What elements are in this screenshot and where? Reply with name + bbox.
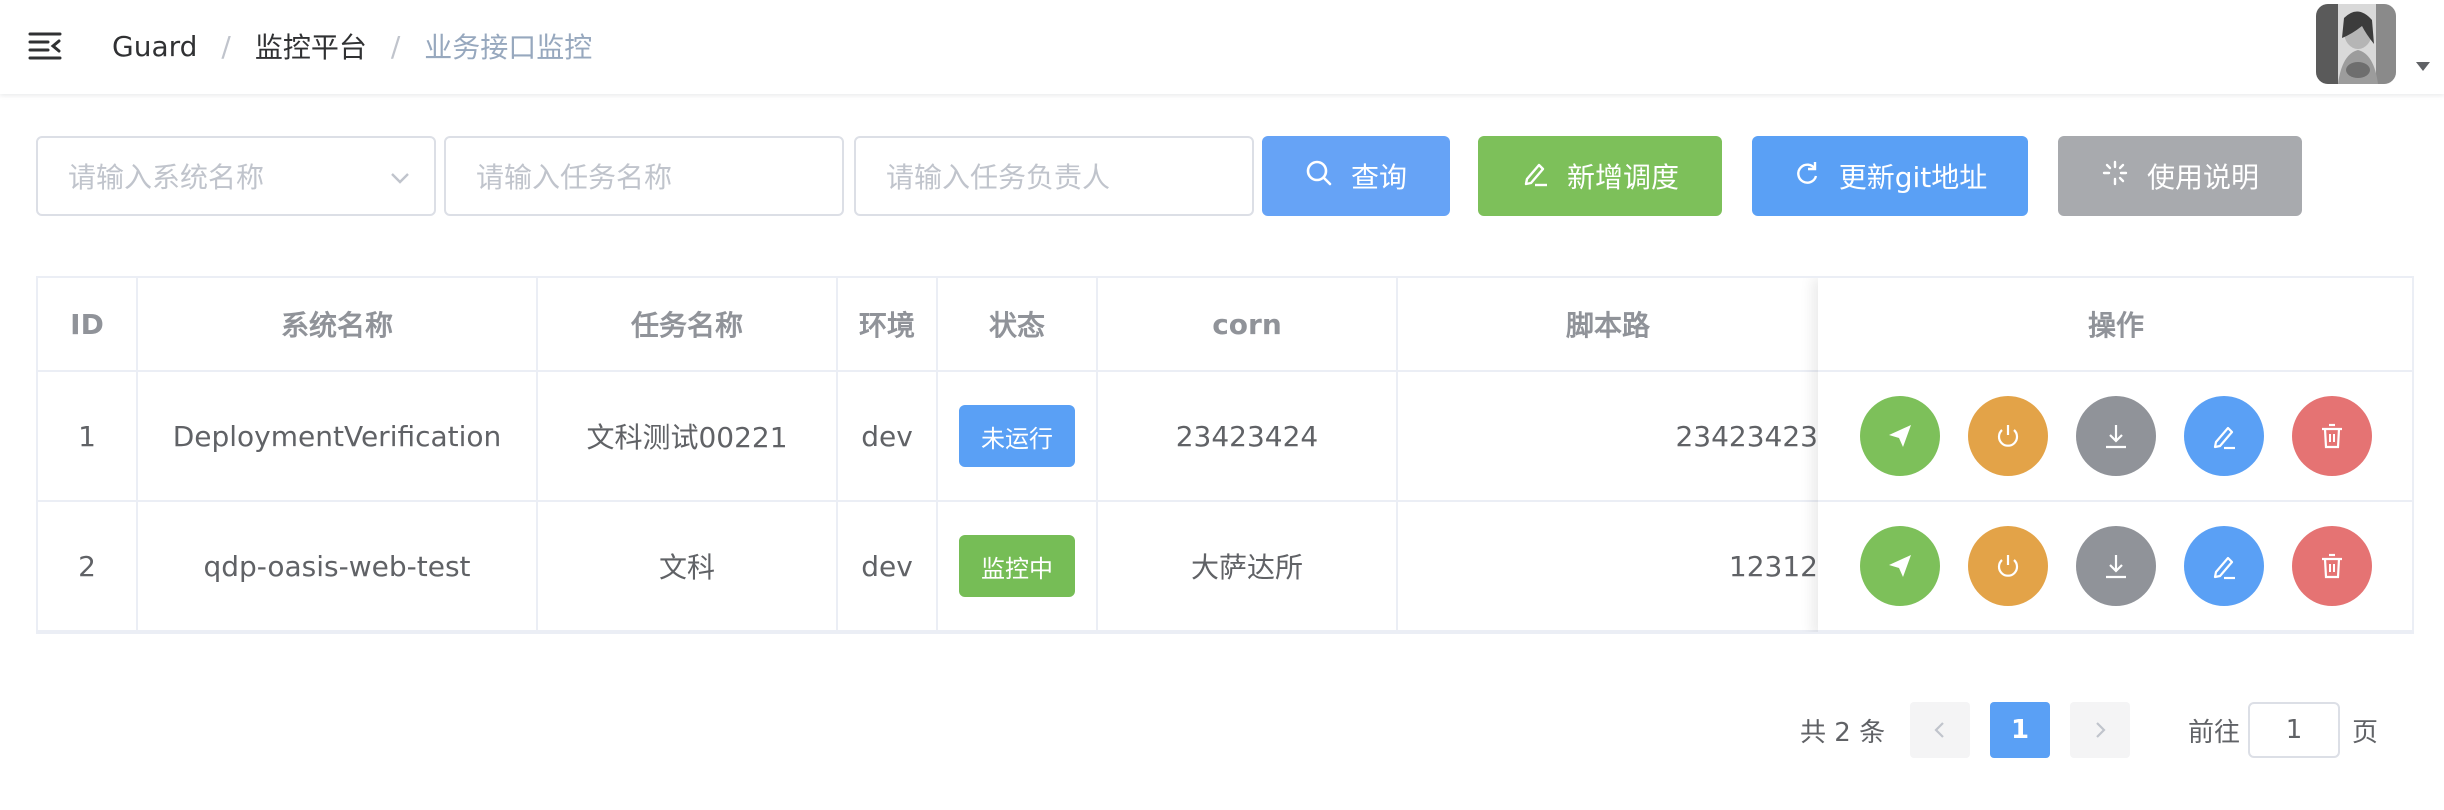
update-git-button[interactable]: 更新git地址 — [1752, 136, 2028, 216]
goto-page-input[interactable]: 1 — [2248, 702, 2340, 758]
caret-down-icon[interactable] — [2416, 62, 2430, 71]
task-table: ID 系统名称 任务名称 环境 状态 corn 脚本路 1 Deployment… — [36, 276, 2414, 634]
run-button[interactable] — [1860, 526, 1940, 606]
send-icon — [1889, 555, 1911, 577]
column-header-env: 环境 — [838, 278, 938, 372]
cell-script: 23423423 — [1398, 372, 1818, 502]
help-button[interactable]: 使用说明 — [2058, 136, 2302, 216]
cell-status: 未运行 — [938, 372, 1098, 502]
cell-task: 文科 — [538, 502, 838, 632]
run-button[interactable] — [1860, 396, 1940, 476]
cell-corn: 大萨达所 — [1098, 502, 1398, 632]
column-header-status: 状态 — [938, 278, 1098, 372]
download-button[interactable] — [2076, 396, 2156, 476]
user-menu[interactable] — [2316, 4, 2436, 88]
help-label: 使用说明 — [2146, 161, 2259, 194]
status-badge: 监控中 — [959, 535, 1075, 597]
task-owner-placeholder: 请输入任务负责人 — [886, 161, 1111, 194]
task-name-input[interactable]: 请输入任务名称 — [444, 136, 844, 216]
breadcrumb-item-guard[interactable]: Guard — [112, 30, 197, 63]
breadcrumb-item-current: 业务接口监控 — [424, 31, 593, 64]
status-badge: 未运行 — [959, 405, 1075, 467]
cell-env: dev — [838, 502, 938, 632]
chevron-left-icon — [1934, 722, 1944, 738]
column-header-id: ID — [38, 278, 138, 372]
cell-id: 2 — [38, 502, 138, 632]
cell-corn: 23423424 — [1098, 372, 1398, 502]
page-suffix-label: 页 — [2352, 717, 2379, 748]
avatar[interactable] — [2316, 4, 2396, 84]
power-icon — [1997, 425, 2019, 447]
download-button[interactable] — [2076, 526, 2156, 606]
operations-column: 操作 — [1818, 278, 2412, 632]
column-header-system: 系统名称 — [138, 278, 538, 372]
download-icon — [2106, 555, 2126, 579]
prev-page-button[interactable] — [1910, 702, 1970, 758]
edit-icon — [1521, 159, 1549, 194]
edit-icon — [2213, 556, 2235, 580]
refresh-icon — [1793, 159, 1821, 194]
query-button[interactable]: 查询 — [1262, 136, 1450, 216]
cell-system: DeploymentVerification — [138, 372, 538, 502]
delete-icon — [2322, 553, 2342, 579]
delete-icon — [2322, 423, 2342, 449]
column-header-task: 任务名称 — [538, 278, 838, 372]
goto-label: 前往 — [2188, 717, 2241, 748]
search-icon — [1305, 159, 1333, 194]
cell-system: qdp-oasis-web-test — [138, 502, 538, 632]
sidebar-toggle-icon[interactable] — [28, 30, 62, 62]
cell-script: 12312 — [1398, 502, 1818, 632]
row-actions — [1818, 502, 2412, 632]
breadcrumb-separator: / — [221, 29, 231, 63]
delete-button[interactable] — [2292, 526, 2372, 606]
chevron-right-icon — [2096, 722, 2106, 738]
download-icon — [2106, 425, 2126, 449]
loading-icon — [2101, 159, 2129, 194]
cell-env: dev — [838, 372, 938, 502]
breadcrumb-separator: / — [390, 29, 401, 63]
row-actions — [1818, 372, 2412, 502]
system-name-placeholder: 请输入系统名称 — [68, 161, 265, 194]
page-number-current[interactable]: 1 — [1990, 702, 2050, 758]
column-header-actions: 操作 — [1818, 278, 2412, 372]
send-icon — [1889, 425, 1911, 447]
cell-task: 文科测试00221 — [538, 372, 838, 502]
update-git-label: 更新git地址 — [1838, 161, 1988, 194]
breadcrumb-item-platform[interactable]: 监控平台 — [255, 26, 367, 66]
breadcrumb: Guard / 监控平台 / 业务接口监控 — [112, 26, 592, 66]
next-page-button[interactable] — [2070, 702, 2130, 758]
edit-button[interactable] — [2184, 396, 2264, 476]
task-name-placeholder: 请输入任务名称 — [476, 161, 673, 194]
cell-id: 1 — [38, 372, 138, 502]
stop-button[interactable] — [1968, 526, 2048, 606]
query-button-label: 查询 — [1350, 161, 1407, 194]
column-header-script: 脚本路 — [1398, 278, 1818, 372]
column-header-corn: corn — [1098, 278, 1398, 372]
power-icon — [1997, 555, 2019, 577]
task-owner-input[interactable]: 请输入任务负责人 — [854, 136, 1254, 216]
edit-button[interactable] — [2184, 526, 2264, 606]
edit-icon — [2213, 426, 2235, 450]
chevron-down-icon — [388, 164, 412, 188]
add-schedule-button[interactable]: 新增调度 — [1478, 136, 1722, 216]
stop-button[interactable] — [1968, 396, 2048, 476]
pagination-total: 共 2 条 — [1800, 717, 1886, 748]
add-schedule-label: 新增调度 — [1566, 161, 1679, 194]
delete-button[interactable] — [2292, 396, 2372, 476]
system-name-select[interactable]: 请输入系统名称 — [36, 136, 436, 216]
cell-status: 监控中 — [938, 502, 1098, 632]
navbar: Guard / 监控平台 / 业务接口监控 — [0, 0, 2444, 94]
